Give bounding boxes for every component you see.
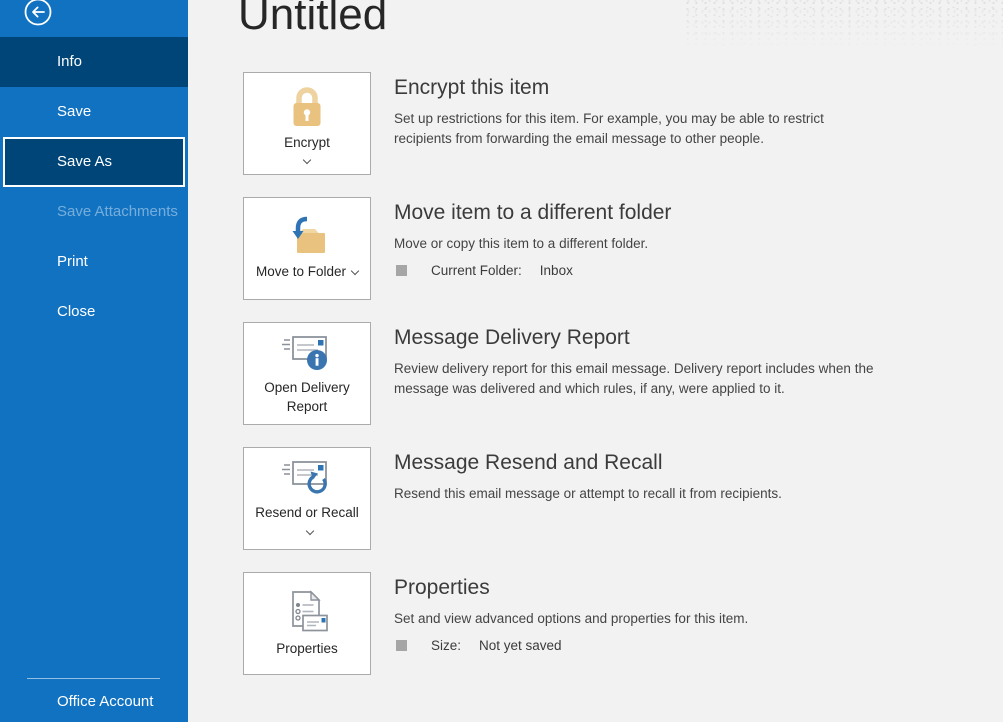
resend-or-recall-button[interactable]: Resend or Recall bbox=[243, 447, 371, 550]
backstage-menu: Info Save Save As Save Attachments Print… bbox=[0, 37, 188, 337]
current-folder-row: Current Folder: Inbox bbox=[394, 263, 671, 278]
section-properties: Properties Properties Set and view advan… bbox=[243, 572, 1003, 697]
backstage-content: Untitled Encrypt Encrypt this item Set u… bbox=[188, 0, 1003, 722]
detail-label: Current Folder: bbox=[431, 263, 522, 278]
section-text: Encrypt this item Set up restrictions fo… bbox=[394, 72, 874, 149]
sidebar-item-save[interactable]: Save bbox=[0, 87, 188, 137]
button-label: Resend or Recall bbox=[255, 504, 359, 520]
info-sections: Encrypt Encrypt this item Set up restric… bbox=[243, 72, 1003, 697]
sidebar-item-save-attachments: Save Attachments bbox=[0, 187, 188, 237]
back-button[interactable] bbox=[23, 0, 53, 26]
backstage-sidebar: Info Save Save As Save Attachments Print… bbox=[0, 0, 188, 722]
section-move-to-folder: Move to Folder Move item to a different … bbox=[243, 197, 1003, 322]
button-label: Encrypt bbox=[284, 134, 330, 150]
section-description: Review delivery report for this email me… bbox=[394, 361, 874, 396]
button-label: Open Delivery Report bbox=[264, 379, 350, 414]
sidebar-item-info[interactable]: Info bbox=[0, 37, 188, 87]
sidebar-item-label: Info bbox=[57, 53, 83, 70]
section-description: Move or copy this item to a different fo… bbox=[394, 236, 649, 251]
section-encrypt: Encrypt Encrypt this item Set up restric… bbox=[243, 72, 1003, 197]
chevron-down-icon bbox=[302, 155, 312, 164]
delivery-report-icon bbox=[280, 332, 334, 374]
detail-value: Inbox bbox=[539, 263, 573, 278]
section-title: Move item to a different folder bbox=[394, 201, 672, 224]
section-title: Message Delivery Report bbox=[394, 326, 630, 349]
section-title: Encrypt this item bbox=[394, 76, 550, 99]
backstage-view: Info Save Save As Save Attachments Print… bbox=[0, 0, 1003, 722]
properties-button[interactable]: Properties bbox=[243, 572, 371, 675]
sidebar-item-close[interactable]: Close bbox=[0, 287, 188, 337]
section-title: Message Resend and Recall bbox=[394, 451, 663, 474]
move-to-folder-icon bbox=[283, 216, 331, 258]
square-bullet-icon bbox=[396, 640, 407, 651]
section-description: Set and view advanced options and proper… bbox=[394, 611, 749, 626]
sidebar-item-print[interactable]: Print bbox=[0, 237, 188, 287]
decorative-speckle-texture bbox=[683, 0, 1003, 60]
lock-icon bbox=[287, 85, 327, 129]
sidebar-divider bbox=[27, 678, 160, 679]
sidebar-item-office-account[interactable]: Office Account bbox=[0, 686, 188, 722]
move-to-folder-button[interactable]: Move to Folder bbox=[243, 197, 371, 300]
back-arrow-icon bbox=[23, 0, 53, 30]
section-text: Move item to a different folder Move or … bbox=[394, 197, 671, 278]
section-description: Set up restrictions for this item. For e… bbox=[394, 111, 824, 146]
open-delivery-report-button[interactable]: Open Delivery Report bbox=[243, 322, 371, 425]
button-label: Properties bbox=[276, 641, 338, 656]
chevron-down-icon bbox=[305, 526, 315, 535]
section-text: Properties Set and view advanced options… bbox=[394, 572, 748, 653]
section-delivery-report: Open Delivery Report Message Delivery Re… bbox=[243, 322, 1003, 447]
section-text: Message Delivery Report Review delivery … bbox=[394, 322, 929, 399]
encrypt-button[interactable]: Encrypt bbox=[243, 72, 371, 175]
page-title: Untitled bbox=[238, 0, 388, 39]
sidebar-item-label: Save bbox=[57, 103, 92, 120]
section-resend-recall: Resend or Recall Message Resend and Reca… bbox=[243, 447, 1003, 572]
sidebar-item-label: Close bbox=[57, 303, 96, 320]
size-row: Size: Not yet saved bbox=[394, 638, 748, 653]
section-description: Resend this email message or attempt to … bbox=[394, 486, 782, 501]
button-label: Move to Folder bbox=[255, 264, 347, 279]
detail-label: Size: bbox=[431, 638, 462, 653]
sidebar-item-save-as[interactable]: Save As bbox=[3, 137, 185, 187]
resend-recall-icon bbox=[280, 457, 334, 499]
sidebar-item-label: Save As bbox=[57, 153, 113, 170]
detail-value: Not yet saved bbox=[479, 638, 562, 653]
properties-icon bbox=[283, 589, 331, 635]
section-title: Properties bbox=[394, 576, 490, 599]
sidebar-item-label: Save Attachments bbox=[57, 203, 178, 220]
sidebar-item-label: Print bbox=[57, 253, 88, 270]
chevron-down-icon bbox=[350, 266, 360, 276]
sidebar-item-label: Office Account bbox=[57, 693, 154, 710]
section-text: Message Resend and Recall Resend this em… bbox=[394, 447, 782, 504]
square-bullet-icon bbox=[396, 265, 407, 276]
